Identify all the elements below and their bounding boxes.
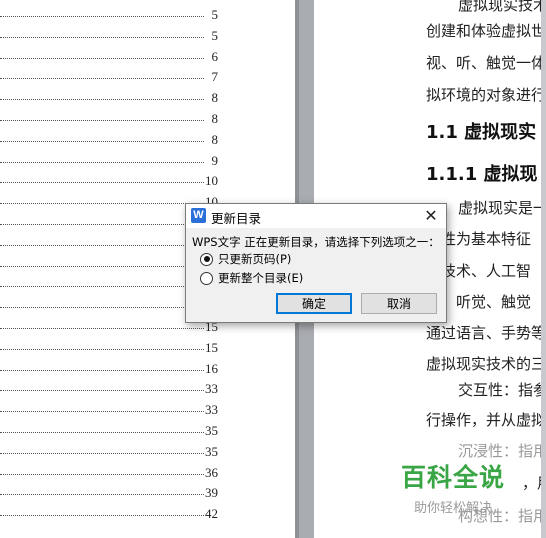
toc-page-number: 35: [205, 423, 218, 438]
toc-page-number: 35: [205, 443, 218, 459]
toc-leader-dots: [0, 16, 204, 17]
toc-page-number: 42: [205, 506, 218, 522]
toc-leader-dots: [0, 494, 204, 496]
toc-page-number: 8: [211, 90, 219, 106]
section-heading: 1.1 虚拟现实: [426, 122, 537, 143]
toc-leader-dots: [0, 140, 204, 142]
radio-checked-icon[interactable]: [200, 252, 213, 266]
update-toc-dialog: W 更新目录 ✕ WPS文字 正在更新目录，请选择下列选项之一： 只更新页码(P…: [185, 203, 447, 323]
toc-entry[interactable]: 42: [0, 504, 218, 524]
doc-line: 视、听、触觉一体: [426, 54, 541, 72]
subsection-heading: 1.1.1 虚拟现: [426, 164, 538, 185]
doc-line: 拟环境的对象进行: [426, 86, 541, 104]
toc-entry[interactable]: 5: [0, 5, 218, 25]
option-label: 更新整个目录(E): [218, 271, 304, 285]
toc-entry[interactable]: 35: [0, 421, 218, 441]
option-update-page-numbers[interactable]: 只更新页码(P): [200, 251, 291, 267]
dialog-prompt: WPS文字 正在更新目录，请选择下列选项之一：: [192, 235, 440, 249]
toc-leader-dots: [0, 452, 204, 454]
toc-page-number: 15: [205, 339, 218, 355]
toc-leader-dots: [0, 36, 204, 38]
toc-leader-dots: [0, 120, 204, 121]
watermark-subtitle: 助你轻松解决: [413, 501, 492, 516]
toc-page-number: 8: [211, 111, 219, 126]
ok-button[interactable]: 确定: [276, 293, 352, 314]
toc-entry[interactable]: 33: [0, 379, 218, 399]
toc-page-number: 33: [205, 381, 218, 397]
option-update-entire-toc[interactable]: 更新整个目录(E): [200, 270, 303, 286]
option-label: 只更新页码(P): [218, 252, 292, 266]
toc-entry[interactable]: 8: [0, 88, 218, 108]
close-icon[interactable]: ✕: [420, 206, 442, 226]
toc-entry[interactable]: 9: [0, 151, 218, 171]
toc-page-number: 16: [205, 360, 218, 376]
toc-entry[interactable]: 35: [0, 442, 218, 462]
watermark-logo: 百科全说 助你轻松解决: [398, 458, 508, 516]
toc-entry[interactable]: 39: [0, 483, 218, 503]
dialog-title: 更新目录: [211, 211, 262, 226]
toc-page-number: 8: [211, 131, 219, 147]
toc-entry[interactable]: 33: [0, 400, 218, 420]
toc-entry[interactable]: 8: [0, 130, 218, 150]
toc-entry[interactable]: 7: [0, 67, 218, 87]
doc-line: 虚拟现实技术: [458, 0, 541, 14]
toc-entry[interactable]: 15: [0, 338, 218, 358]
toc-leader-dots: [0, 473, 204, 475]
toc-leader-dots: [0, 224, 204, 225]
toc-page-number: 6: [211, 48, 219, 64]
doc-line: 通过语言、手势等: [426, 324, 541, 342]
doc-line: 虚拟现实是一: [458, 199, 541, 217]
cancel-button[interactable]: 取消: [361, 293, 437, 314]
wps-writer-icon: W: [191, 208, 206, 223]
doc-line: 创建和体验虚拟世: [426, 22, 541, 40]
toc-page-number: 10: [205, 173, 218, 189]
toc-leader-dots: [0, 99, 204, 101]
toc-leader-dots: [0, 369, 204, 371]
toc-leader-dots: [0, 286, 204, 288]
toc-leader-dots: [0, 182, 204, 184]
toc-leader-dots: [0, 57, 204, 59]
toc-page-number: 36: [205, 464, 218, 480]
doc-line: 虚拟现实技术的三: [426, 355, 541, 373]
toc-entry[interactable]: 36: [0, 463, 218, 483]
toc-page-number: 5: [211, 7, 219, 22]
watermark-title: 百科全说: [400, 463, 505, 492]
toc-page-number: 39: [205, 485, 218, 501]
toc-page-number: 5: [211, 27, 219, 43]
toc-leader-dots: [0, 348, 204, 350]
toc-leader-dots: [0, 244, 204, 246]
radio-unchecked-icon[interactable]: [200, 271, 213, 285]
toc-page-number: 9: [211, 152, 219, 168]
toc-leader-dots: [0, 78, 204, 80]
toc-leader-dots: [0, 328, 204, 329]
toc-entry[interactable]: 10: [0, 171, 218, 191]
page-edge: [541, 0, 546, 538]
toc-entry[interactable]: 5: [0, 26, 218, 46]
toc-leader-dots: [0, 307, 204, 309]
toc-page-number: 33: [205, 402, 218, 418]
toc-leader-dots: [0, 161, 204, 163]
toc-page-number: 7: [211, 69, 219, 85]
doc-line: 行操作，并从虚拟: [426, 411, 541, 429]
toc-leader-dots: [0, 390, 204, 392]
dialog-titlebar[interactable]: W 更新目录 ✕: [186, 204, 446, 228]
toc-entry[interactable]: 16: [0, 359, 218, 379]
toc-leader-dots: [0, 432, 204, 433]
toc-entry[interactable]: 8: [0, 109, 218, 129]
toc-leader-dots: [0, 515, 204, 517]
toc-leader-dots: [0, 203, 204, 205]
doc-line: 交互性：指参: [458, 381, 541, 399]
toc-leader-dots: [0, 265, 204, 267]
toc-entry[interactable]: 6: [0, 47, 218, 67]
doc-line: ，用: [522, 474, 541, 492]
toc-leader-dots: [0, 411, 204, 413]
